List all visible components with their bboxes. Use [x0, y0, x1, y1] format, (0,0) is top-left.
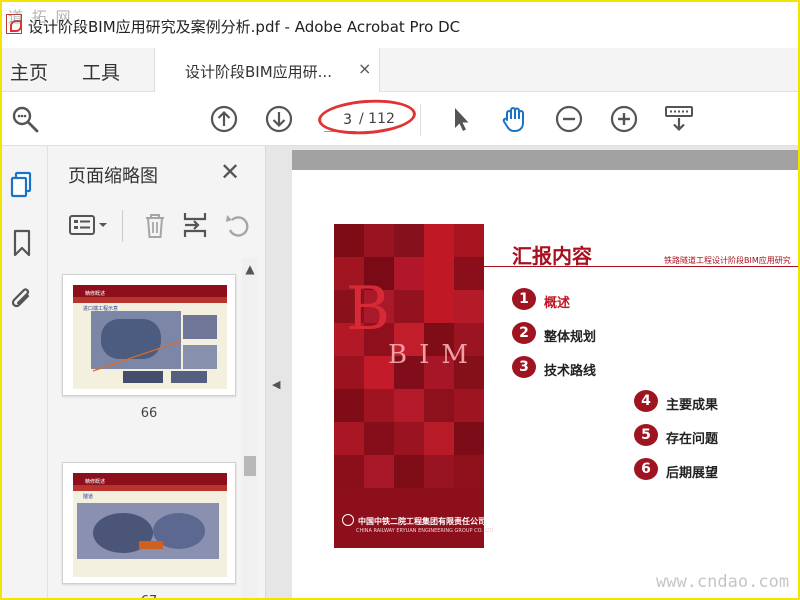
panel-title: 页面缩略图: [68, 166, 158, 187]
thumbnails-panel: 页面缩略图 ✕ 精修概述 进口端工程示意 66 精修概述 隧道: [48, 146, 266, 598]
panel-toolbar: [48, 204, 266, 248]
scroll-up-icon[interactable]: ▲: [242, 262, 258, 278]
scrollbar-thumb[interactable]: [244, 456, 256, 476]
agenda-label: 存在问题: [666, 432, 719, 447]
company-name-en: CHINA RAILWAY ERYUAN ENGINEERING GROUP C…: [356, 528, 494, 534]
company-name: 中国中铁二院工程集团有限责任公司: [358, 517, 486, 526]
thumbnail-section: 进口端工程示意: [83, 306, 119, 312]
watermark-bottom: www.cndao.com: [656, 572, 790, 592]
bookmarks-icon[interactable]: [8, 228, 36, 258]
zoom-in-icon[interactable]: [609, 104, 639, 134]
tab-bar: 主页 工具 设计阶段BIM应用研... ×: [2, 48, 798, 92]
agenda-number: 6: [634, 458, 658, 480]
thumbnail-list[interactable]: 精修概述 进口端工程示意 66 精修概述 隧道 67: [48, 258, 266, 598]
agenda-number: 3: [512, 356, 536, 378]
keyboard-scroll-icon[interactable]: [664, 104, 694, 134]
title-bar: 设计阶段BIM应用研究及案例分析.pdf - Adobe Acrobat Pro…: [2, 2, 798, 48]
trash-icon[interactable]: [140, 210, 170, 240]
slide: B BIM 中国中铁二院工程集团有限责任公司 CHINA RAILWAY ERY…: [334, 224, 798, 548]
search-zoom-icon[interactable]: [10, 104, 40, 134]
page-thumbnails-icon[interactable]: [8, 170, 36, 200]
slide-heading: 汇报内容: [512, 244, 592, 268]
select-arrow-icon[interactable]: [446, 104, 476, 134]
agenda-number: 1: [512, 288, 536, 310]
hand-tool-icon[interactable]: [499, 104, 529, 134]
slide-bim-word: BIM: [388, 340, 480, 370]
thumbnail-options-icon[interactable]: [68, 210, 112, 240]
undo-icon[interactable]: [222, 210, 252, 240]
agenda-label: 概述: [544, 296, 571, 311]
collapse-panel-icon[interactable]: ◀: [272, 378, 280, 391]
agenda-number: 2: [512, 322, 536, 344]
agenda-label: 技术路线: [544, 364, 597, 379]
tab-document[interactable]: 设计阶段BIM应用研... ×: [154, 48, 380, 92]
agenda-label: 后期展望: [666, 466, 719, 481]
attachments-icon[interactable]: [8, 284, 36, 314]
panel-toolbar-divider: [122, 210, 123, 242]
slide-brand-panel: B BIM 中国中铁二院工程集团有限责任公司 CHINA RAILWAY ERY…: [334, 224, 494, 548]
navigation-rail: [2, 146, 48, 598]
thumbnail-page-66[interactable]: 精修概述 进口端工程示意: [62, 274, 236, 396]
document-tab-label: 设计阶段BIM应用研...: [185, 63, 332, 81]
agenda-number: 4: [634, 390, 658, 412]
panel-close-button[interactable]: ✕: [220, 158, 240, 186]
close-tab-button[interactable]: ×: [358, 59, 371, 78]
thumbnail-section: 隧道: [83, 494, 94, 500]
thumbnail-title: 精修概述: [85, 291, 106, 297]
page-up-icon[interactable]: [209, 104, 239, 134]
previous-page-edge: [292, 150, 798, 170]
page-down-icon[interactable]: [264, 104, 294, 134]
thumbnail-page-label: 66: [140, 406, 158, 421]
thumbnail-page-67[interactable]: 精修概述 隧道: [62, 462, 236, 584]
agenda-number: 5: [634, 424, 658, 446]
slide-big-letter: B: [346, 274, 391, 344]
agenda-label: 主要成果: [666, 398, 719, 413]
toolbar-divider: [420, 104, 421, 136]
thumbnail-page-label: 67: [62, 594, 236, 598]
agenda-label: 整体规划: [544, 330, 597, 345]
annotation-highlight-oval: [316, 96, 418, 138]
watermark-top: 道 拓 网: [8, 8, 73, 26]
company-logo-icon: [342, 514, 354, 526]
tab-tools[interactable]: 工具: [82, 58, 120, 85]
slide-divider: [484, 266, 798, 267]
main-toolbar: / 112: [2, 92, 798, 146]
slide-subtitle: 铁路隧道工程设计阶段BIM应用研究: [664, 256, 791, 265]
window-title: 设计阶段BIM应用研究及案例分析.pdf - Adobe Acrobat Pro…: [28, 18, 461, 36]
zoom-out-icon[interactable]: [554, 104, 584, 134]
tab-home[interactable]: 主页: [10, 58, 48, 85]
insert-page-icon[interactable]: [180, 210, 210, 240]
thumbnail-scrollbar[interactable]: [242, 258, 258, 598]
app-window: 设计阶段BIM应用研究及案例分析.pdf - Adobe Acrobat Pro…: [0, 0, 800, 600]
thumbnail-title: 精修概述: [85, 479, 106, 485]
